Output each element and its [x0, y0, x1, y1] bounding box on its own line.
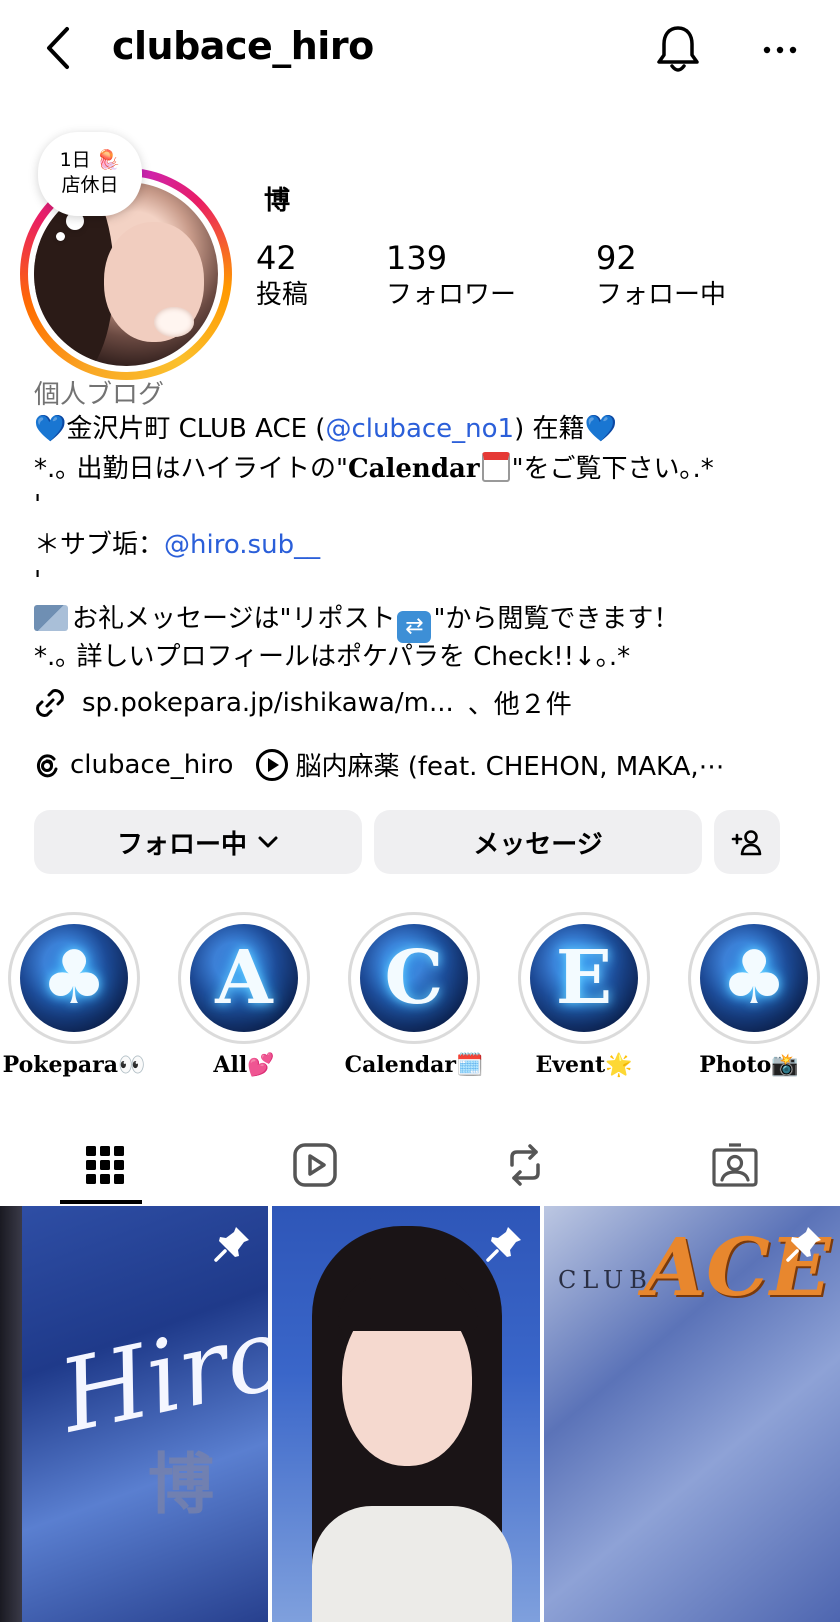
- bio-text: ＊サブ垢：: [34, 530, 165, 560]
- envelope-emoji-icon: [34, 605, 68, 631]
- stat-followers[interactable]: 139 フォロワー: [386, 238, 516, 312]
- note-text: 店休日: [61, 174, 119, 196]
- tagged-person-icon: [712, 1143, 758, 1187]
- stat-posts[interactable]: 42 投稿: [256, 238, 308, 312]
- bio-text: "をご覧下さい｡.*: [511, 454, 714, 484]
- highlight-label: Event🌟: [535, 1052, 633, 1078]
- bell-icon: [657, 26, 699, 72]
- external-link[interactable]: sp.pokepara.jp/ishikawa/m... 、他２件: [32, 684, 572, 721]
- bio-line: 💙金沢片町 CLUB ACE (@clubace_no1) 在籍💙: [34, 410, 824, 448]
- link-more-text: 、他２件: [467, 690, 572, 720]
- note-text: 1日 🪼: [59, 149, 121, 171]
- message-label: メッセージ: [473, 829, 603, 860]
- stat-number: 139: [386, 239, 448, 277]
- stat-label: フォロー中: [596, 280, 727, 310]
- message-button[interactable]: メッセージ: [374, 810, 702, 874]
- bio-text: *.｡ 詳しいプロフィールはポケパラを Check!!↓｡.*: [34, 642, 631, 672]
- tab-reposts[interactable]: [420, 1130, 630, 1200]
- stat-following[interactable]: 92 フォロー中: [596, 238, 726, 312]
- link-icon: [36, 688, 64, 717]
- bio-text: *.｡ 出勤日はハイライトの": [34, 454, 348, 484]
- music-title: 脳内麻薬 (feat. CHEHON, MAKA,⋯: [295, 752, 725, 782]
- bio-text: 金沢片町 CLUB ACE (: [66, 414, 326, 444]
- highlight-cover: ♣: [20, 924, 128, 1032]
- profile-note-bubble[interactable]: 1日 🪼 店休日: [38, 132, 142, 216]
- highlight-event[interactable]: E: [518, 912, 650, 1044]
- highlight-label: Pokepara👀: [2, 1052, 146, 1078]
- bio-line: お礼メッセージは"リポスト ⇄ "から閲覧できます！: [34, 600, 824, 643]
- more-horizontal-icon: [763, 46, 797, 54]
- pin-icon: [486, 1227, 521, 1262]
- pin-icon: [786, 1227, 821, 1262]
- active-tab-indicator: [60, 1200, 142, 1204]
- post-thumbnail[interactable]: [272, 1206, 540, 1622]
- bio-text: ': [34, 490, 42, 520]
- post-subtitle: 博: [148, 1445, 214, 1523]
- tab-posts-grid[interactable]: [0, 1130, 210, 1200]
- grid-icon: [86, 1146, 124, 1184]
- chevron-left-icon: [47, 27, 69, 69]
- highlight-label: All💕: [213, 1052, 275, 1078]
- link-text: sp.pokepara.jp/ishikawa/m...: [82, 687, 454, 718]
- post-thumbnail[interactable]: Hiro 博: [0, 1206, 268, 1622]
- bio-line: *.｡ 出勤日はハイライトの"Calendar "をご覧下さい｡.*: [34, 450, 824, 488]
- bio-bold-text: Calendar: [347, 454, 480, 484]
- bio-line: ＊サブ垢：@hiro.sub__: [34, 526, 824, 564]
- reels-icon: [293, 1143, 337, 1187]
- highlight-pokepara[interactable]: ♣: [8, 912, 140, 1044]
- chevron-down-icon: [258, 836, 278, 848]
- post-thumbnail[interactable]: CLUB ACE: [544, 1206, 840, 1622]
- threads-handle: clubace_hiro: [70, 749, 234, 780]
- music-badge[interactable]: 脳内麻薬 (feat. CHEHON, MAKA,⋯: [255, 746, 725, 783]
- notifications-button[interactable]: [650, 22, 706, 76]
- stat-label: 投稿: [256, 280, 309, 310]
- mention-link[interactable]: @clubace_no1: [325, 414, 514, 444]
- highlight-all[interactable]: A: [178, 912, 310, 1044]
- suggest-people-button[interactable]: [714, 810, 780, 874]
- following-label: フォロー中: [116, 829, 247, 860]
- pin-icon: [214, 1227, 249, 1262]
- display-name: 博: [264, 186, 291, 216]
- highlight-cover: C: [360, 924, 468, 1032]
- highlight-label: Photo📸: [699, 1052, 799, 1078]
- highlight-cover: ♣: [700, 924, 808, 1032]
- repost-icon: [510, 1144, 540, 1186]
- highlight-cover: A: [190, 924, 298, 1032]
- highlight-photo[interactable]: ♣: [688, 912, 820, 1044]
- blue-heart-icon: 💙: [34, 414, 67, 444]
- tab-tagged[interactable]: [630, 1130, 840, 1200]
- add-person-icon: [731, 830, 762, 856]
- post-subtitle: CLUB: [558, 1266, 653, 1294]
- threads-music-row: clubace_hiro 脳内麻薬 (feat. CHEHON, MAKA,⋯: [32, 746, 725, 783]
- mention-link[interactable]: @hiro.sub__: [164, 530, 320, 560]
- stat-number: 92: [596, 239, 637, 277]
- blue-heart-icon: 💙: [584, 414, 617, 444]
- stat-label: フォロワー: [386, 280, 517, 310]
- threads-icon: [36, 753, 58, 777]
- more-options-button[interactable]: [758, 30, 802, 70]
- tab-reels[interactable]: [210, 1130, 420, 1200]
- play-circle-icon: [256, 748, 289, 781]
- note-bubble-dot: [56, 232, 65, 241]
- bio-text: "から閲覧できます！: [433, 604, 680, 634]
- calendar-emoji-icon: [481, 452, 510, 482]
- highlight-calendar[interactable]: C: [348, 912, 480, 1044]
- back-button[interactable]: [34, 24, 82, 72]
- bio-text: お礼メッセージは"リポスト: [72, 604, 396, 634]
- bio-text: ) 在籍: [514, 414, 585, 444]
- following-button[interactable]: フォロー中: [34, 810, 362, 874]
- profile-category: 個人ブログ: [34, 380, 165, 410]
- bio-text: ': [34, 566, 42, 596]
- profile-username-title: clubace_hiro: [112, 24, 374, 68]
- stat-number: 42: [256, 239, 297, 277]
- highlight-cover: E: [530, 924, 638, 1032]
- highlight-label: Calendar🗓️: [344, 1052, 484, 1078]
- threads-badge[interactable]: clubace_hiro: [32, 750, 233, 780]
